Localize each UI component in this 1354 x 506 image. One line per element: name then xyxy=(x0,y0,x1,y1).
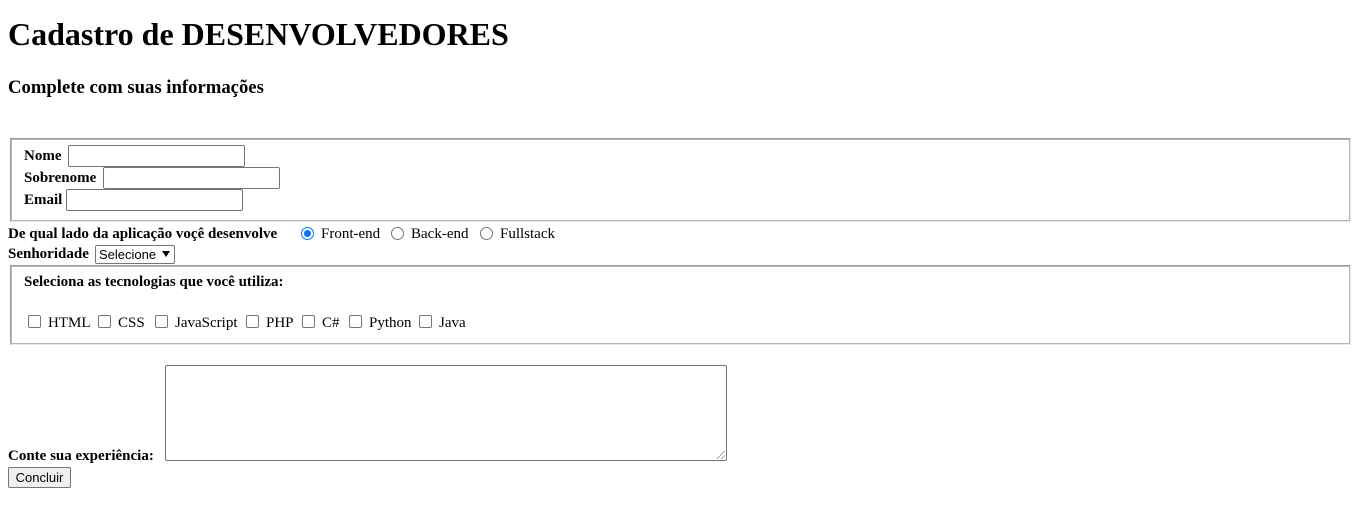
checkbox-python[interactable] xyxy=(349,315,362,328)
radio-back-end-label: Back-end xyxy=(411,226,469,242)
radio-front-end-label: Front-end xyxy=(321,226,381,242)
checkbox-php-label: PHP xyxy=(266,315,294,331)
radio-front-end[interactable] xyxy=(301,227,314,240)
radio-fullstack[interactable] xyxy=(480,227,493,240)
experience-textarea[interactable] xyxy=(165,365,727,461)
radio-back-end[interactable] xyxy=(391,227,404,240)
checkbox-java[interactable] xyxy=(419,315,432,328)
checkbox-javascript-label: JavaScript xyxy=(175,315,238,331)
page-title: Cadastro de DESENVOLVEDORES xyxy=(8,16,509,52)
checkbox-html-label: HTML xyxy=(48,315,91,331)
radio-fullstack-label: Fullstack xyxy=(500,226,555,242)
page-subtitle: Complete com suas informações xyxy=(8,77,264,98)
side-question-label: De qual lado da aplicação voçê desenvolv… xyxy=(8,226,278,242)
seniority-select[interactable]: Selecione xyxy=(95,245,175,264)
name-input[interactable] xyxy=(68,145,245,167)
checkbox-python-label: Python xyxy=(369,315,412,331)
seniority-label: Senhoridade xyxy=(8,246,89,262)
checkbox-html[interactable] xyxy=(28,315,41,328)
email-input[interactable] xyxy=(66,189,243,211)
seniority-select-value: Selecione xyxy=(99,247,157,262)
checkbox-csharp-label: C# xyxy=(322,315,340,331)
checkbox-java-label: Java xyxy=(439,315,466,331)
checkbox-css-label: CSS xyxy=(118,315,145,331)
checkbox-csharp[interactable] xyxy=(302,315,315,328)
surname-input[interactable] xyxy=(103,167,280,189)
page: Cadastro de DESENVOLVEDORES Complete com… xyxy=(0,0,1354,506)
technologies-heading: Seleciona as tecnologias que você utiliz… xyxy=(24,274,284,290)
resize-grip-icon[interactable] xyxy=(717,451,725,459)
checkbox-javascript[interactable] xyxy=(155,315,168,328)
checkbox-php[interactable] xyxy=(246,315,259,328)
surname-label: Sobrenome xyxy=(24,170,97,186)
email-label: Email xyxy=(24,192,63,208)
name-label: Nome xyxy=(24,148,62,164)
checkbox-css[interactable] xyxy=(98,315,111,328)
submit-button[interactable]: Concluir xyxy=(8,467,71,488)
chevron-down-icon xyxy=(162,251,170,257)
experience-label: Conte sua experiência: xyxy=(8,448,154,464)
